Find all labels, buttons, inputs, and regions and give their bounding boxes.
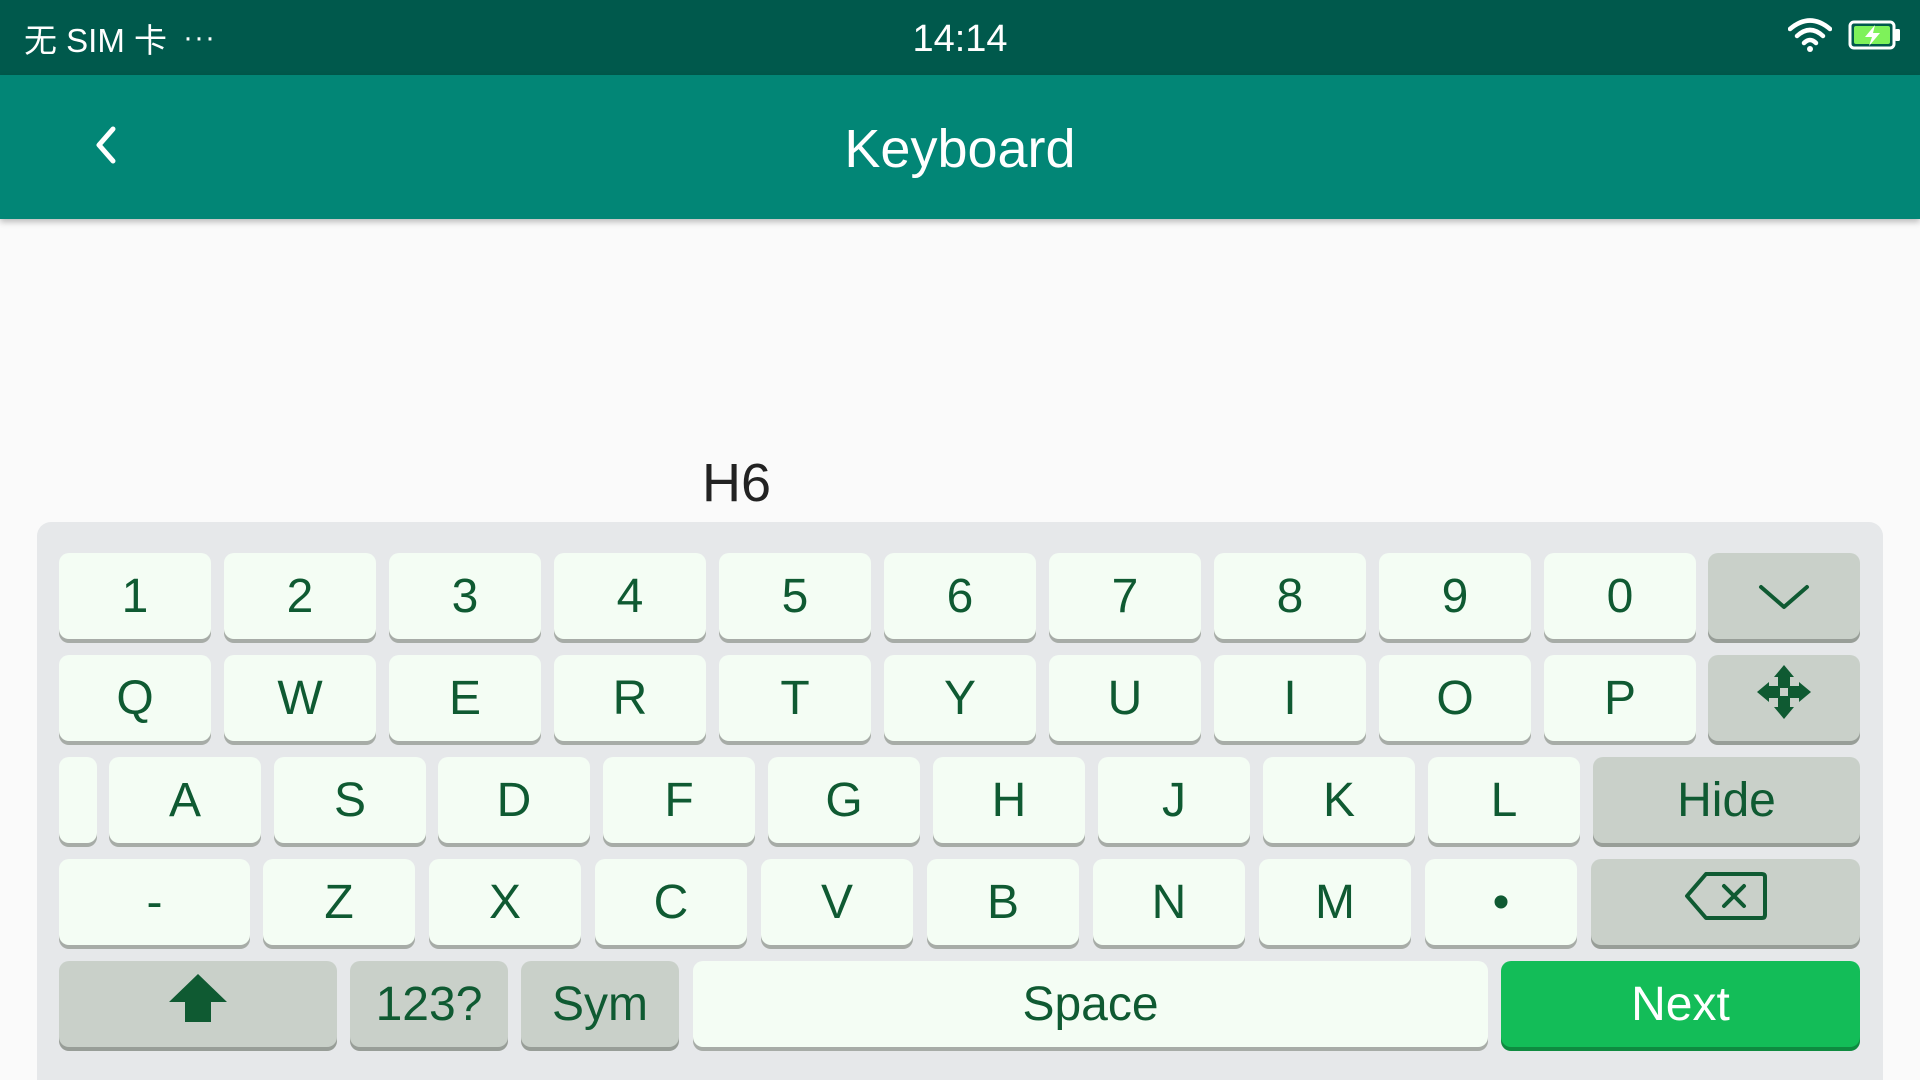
key-g[interactable]: G — [768, 757, 920, 843]
app-bar: Keyboard — [0, 75, 1920, 219]
key-d[interactable]: D — [438, 757, 590, 843]
shift-button[interactable] — [59, 961, 337, 1047]
key-l[interactable]: L — [1428, 757, 1580, 843]
key-9[interactable]: 9 — [1379, 553, 1531, 639]
key-c[interactable]: C — [595, 859, 747, 945]
key-x[interactable]: X — [429, 859, 581, 945]
key-dash[interactable]: - — [59, 859, 250, 945]
key-q[interactable]: Q — [59, 655, 211, 741]
numbers-button[interactable]: 123? — [350, 961, 508, 1047]
key-2[interactable]: 2 — [224, 553, 376, 639]
key-1[interactable]: 1 — [59, 553, 211, 639]
key-3[interactable]: 3 — [389, 553, 541, 639]
hide-button[interactable]: Hide — [1593, 757, 1860, 843]
input-value: H6 — [702, 453, 772, 513]
key-e[interactable]: E — [389, 655, 541, 741]
move-arrows-icon — [1756, 664, 1812, 732]
key-spacer — [59, 757, 97, 843]
space-key[interactable]: Space — [693, 961, 1488, 1047]
backspace-icon — [1684, 870, 1768, 934]
shift-arrow-icon — [167, 972, 229, 1036]
key-k[interactable]: K — [1263, 757, 1415, 843]
key-n[interactable]: N — [1093, 859, 1245, 945]
battery-icon — [1848, 19, 1902, 56]
key-5[interactable]: 5 — [719, 553, 871, 639]
sym-button[interactable]: Sym — [521, 961, 679, 1047]
status-bar: 无 SIM 卡 ··· 14:14 — [0, 0, 1920, 75]
key-v[interactable]: V — [761, 859, 913, 945]
key-i[interactable]: I — [1214, 655, 1366, 741]
key-f[interactable]: F — [603, 757, 755, 843]
key-t[interactable]: T — [719, 655, 871, 741]
key-dot[interactable]: • — [1425, 859, 1577, 945]
key-6[interactable]: 6 — [884, 553, 1036, 639]
collapse-keyboard-button[interactable] — [1708, 553, 1860, 639]
key-h[interactable]: H — [933, 757, 1085, 843]
key-w[interactable]: W — [224, 655, 376, 741]
key-o[interactable]: O — [1379, 655, 1531, 741]
next-button[interactable]: Next — [1501, 961, 1860, 1047]
key-a[interactable]: A — [109, 757, 261, 843]
key-y[interactable]: Y — [884, 655, 1036, 741]
wifi-icon — [1787, 18, 1833, 57]
backspace-button[interactable] — [1591, 859, 1860, 945]
key-8[interactable]: 8 — [1214, 553, 1366, 639]
move-keyboard-button[interactable] — [1708, 655, 1860, 741]
key-s[interactable]: S — [274, 757, 426, 843]
key-7[interactable]: 7 — [1049, 553, 1201, 639]
text-input[interactable]: H6 — [702, 440, 1218, 524]
key-j[interactable]: J — [1098, 757, 1250, 843]
virtual-keyboard: 1 2 3 4 5 6 7 8 9 0 Q W E R T Y U I O P — [37, 522, 1883, 1080]
key-p[interactable]: P — [1544, 655, 1696, 741]
key-0[interactable]: 0 — [1544, 553, 1696, 639]
key-r[interactable]: R — [554, 655, 706, 741]
key-b[interactable]: B — [927, 859, 1079, 945]
key-4[interactable]: 4 — [554, 553, 706, 639]
key-z[interactable]: Z — [263, 859, 415, 945]
status-right — [1787, 0, 1902, 75]
key-u[interactable]: U — [1049, 655, 1201, 741]
page-title: Keyboard — [844, 119, 1076, 179]
clock: 14:14 — [912, 18, 1008, 60]
key-m[interactable]: M — [1259, 859, 1411, 945]
chevron-down-icon — [1757, 569, 1811, 624]
